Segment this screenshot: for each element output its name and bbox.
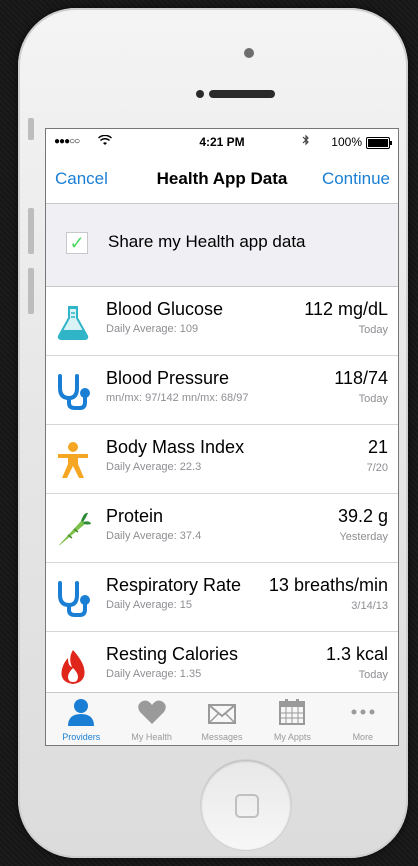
battery-icon [366, 137, 392, 149]
list-item[interactable]: Blood Glucose Daily Average: 109 112 mg/… [46, 287, 398, 356]
list-item[interactable]: Protein Daily Average: 37.4 39.2 g Yeste… [46, 494, 398, 563]
mute-switch [28, 118, 34, 140]
metric-subtitle: Daily Average: 22.3 [106, 461, 202, 473]
metric-value: 39.2 g [337, 506, 388, 526]
metric-value: 1.3 kcal [325, 644, 388, 664]
volume-up-button [28, 208, 34, 254]
share-option[interactable]: ✓ Share my Health app data [46, 204, 398, 287]
envelope-icon [207, 698, 237, 726]
list-item[interactable]: Body Mass Index Daily Average: 22.3 21 7… [46, 425, 398, 494]
tab-bar: Providers My Health Messages My Appts Mo… [46, 692, 398, 745]
navigation-bar: Cancel Health App Data Continue [46, 155, 398, 204]
metric-subtitle: mn/mx: 97/142 mn/mx: 68/97 [106, 392, 249, 404]
heart-icon [137, 698, 167, 726]
tab-providers[interactable]: Providers [46, 693, 116, 745]
stethoscope-icon [54, 579, 92, 617]
metric-date: Yesterday [339, 531, 388, 543]
earpiece-speaker [209, 90, 275, 98]
metric-subtitle: Daily Average: 109 [106, 323, 199, 335]
metric-value: 118/74 [334, 368, 388, 388]
front-camera [244, 48, 254, 58]
metric-value: 13 breaths/min [268, 575, 388, 595]
tab-label: Providers [62, 732, 101, 742]
metric-subtitle: Daily Average: 15 [106, 599, 193, 611]
continue-button[interactable]: Continue [322, 169, 390, 189]
metric-name: Blood Glucose [106, 299, 224, 319]
list-item[interactable]: Resting Calories Daily Average: 1.35 1.3… [46, 632, 398, 701]
tab-label: Messages [201, 732, 243, 742]
tab-label: My Appts [273, 732, 311, 742]
metric-date: 7/20 [366, 462, 388, 474]
flame-icon [54, 648, 92, 686]
tab-messages[interactable]: Messages [187, 693, 257, 745]
list-item[interactable]: Respiratory Rate Daily Average: 15 13 br… [46, 563, 398, 632]
calendar-icon [277, 698, 307, 726]
metric-date: 3/14/13 [351, 600, 388, 612]
proximity-sensor [196, 90, 204, 98]
metric-value: 112 mg/dL [304, 299, 388, 319]
metric-date: Today [358, 393, 388, 405]
metric-name: Protein [106, 506, 164, 526]
tab-label: More [352, 732, 374, 742]
bluetooth-icon [302, 134, 310, 149]
more-icon [348, 698, 378, 726]
tab-more[interactable]: More [328, 693, 398, 745]
metric-name: Body Mass Index [106, 437, 245, 457]
metric-name: Blood Pressure [106, 368, 230, 388]
metric-subtitle: Daily Average: 1.35 [106, 668, 202, 680]
app-screen: ●●●○○ 4:21 PM 100% Cancel Health App Dat… [45, 128, 399, 746]
list-item[interactable]: Blood Pressure mn/mx: 97/142 mn/mx: 68/9… [46, 356, 398, 425]
share-checkbox[interactable]: ✓ [66, 232, 88, 254]
person-icon [54, 441, 92, 479]
carrot-icon [54, 510, 92, 548]
tab-label: My Health [131, 732, 172, 742]
metric-name: Resting Calories [106, 644, 239, 664]
metric-date: Today [358, 669, 388, 681]
battery-percent: 100% [331, 135, 362, 149]
flask-icon [54, 303, 92, 341]
home-button[interactable] [201, 760, 291, 850]
volume-down-button [28, 268, 34, 314]
metric-name: Respiratory Rate [106, 575, 242, 595]
tab-my-appts[interactable]: My Appts [257, 693, 327, 745]
metric-value: 21 [367, 437, 388, 457]
tab-my-health[interactable]: My Health [116, 693, 186, 745]
health-data-list: Blood Glucose Daily Average: 109 112 mg/… [46, 287, 398, 701]
share-label: Share my Health app data [108, 232, 306, 251]
stethoscope-icon [54, 372, 92, 410]
metric-subtitle: Daily Average: 37.4 [106, 530, 202, 542]
person-icon [66, 698, 96, 726]
metric-date: Today [358, 324, 388, 336]
status-bar: ●●●○○ 4:21 PM 100% [46, 129, 398, 155]
